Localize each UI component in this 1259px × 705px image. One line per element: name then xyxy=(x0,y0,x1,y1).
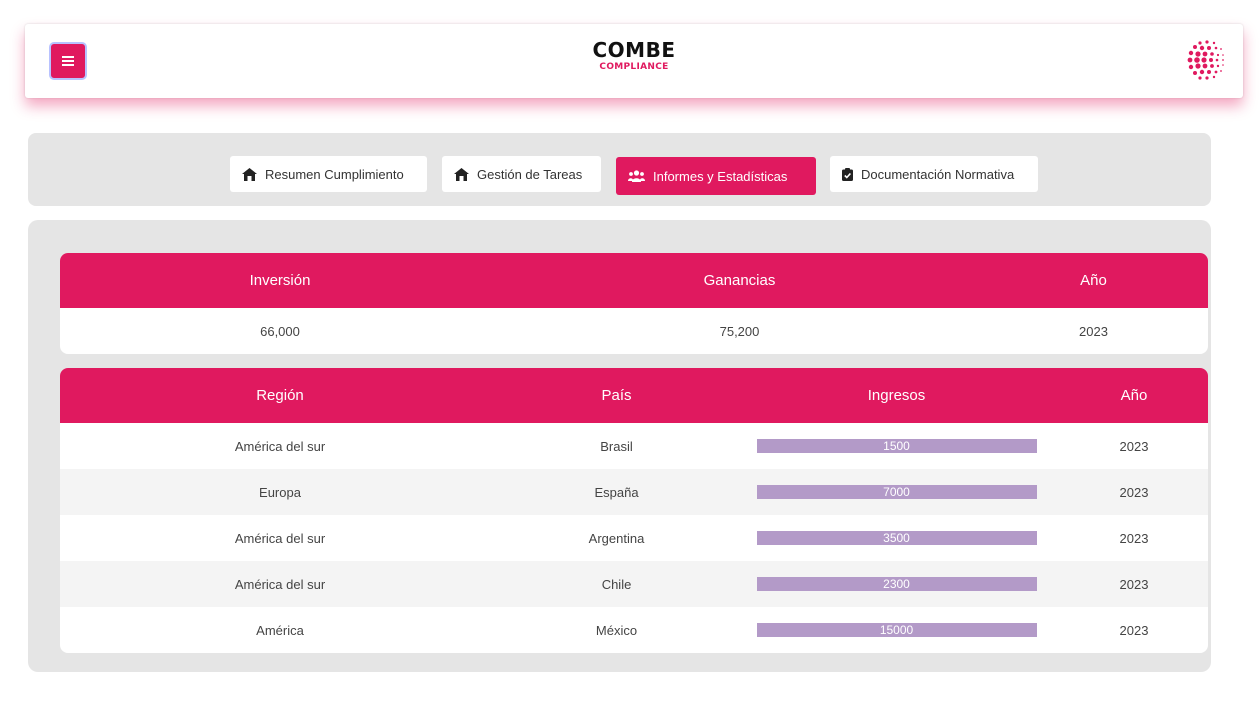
tab-gestion-de-tareas[interactable]: Gestión de Tareas xyxy=(442,156,601,192)
summary-table: Inversión Ganancias Año 66,000 75,200 20… xyxy=(60,253,1208,354)
tab-label: Documentación Normativa xyxy=(861,166,1015,182)
column-header-ganancias: Ganancias xyxy=(703,272,776,289)
table-row: América del sur Brasil 1500 2023 xyxy=(60,423,1208,469)
column-header-pais: País xyxy=(601,387,632,404)
brand: COMBE COMPLIANCE xyxy=(25,38,1243,72)
column-header-anio: Año xyxy=(1120,387,1148,404)
tab-label: Gestión de Tareas xyxy=(477,166,583,182)
cell-pais: Chile xyxy=(601,576,632,592)
app-header: COMBE COMPLIANCE xyxy=(25,24,1243,98)
table-row: Europa España 7000 2023 xyxy=(60,469,1208,515)
cell-region: América del sur xyxy=(234,576,326,592)
cell-anio: 2023 xyxy=(1119,438,1149,454)
users-icon xyxy=(628,170,645,182)
cell-anio: 2023 xyxy=(1079,323,1108,339)
cell-anio: 2023 xyxy=(1119,576,1149,592)
cell-region: América del sur xyxy=(234,438,326,454)
cell-anio: 2023 xyxy=(1119,484,1149,500)
brand-title: COMBE xyxy=(592,38,676,62)
main-panel: Inversión Ganancias Año 66,000 75,200 20… xyxy=(28,220,1211,672)
cell-ingresos: 1500 xyxy=(733,439,1060,453)
tab-informes-y-estadisticas[interactable]: Informes y Estadísticas xyxy=(616,157,816,195)
nav-panel: Resumen Cumplimiento Gestión de Tareas I… xyxy=(28,133,1211,206)
cell-anio: 2023 xyxy=(1119,530,1149,546)
cell-inversion: 66,000 xyxy=(260,323,300,339)
column-header-region: Región xyxy=(256,387,304,404)
table-row: América del sur Chile 2300 2023 xyxy=(60,561,1208,607)
column-header-inversion: Inversión xyxy=(249,272,311,289)
ingresos-bar: 2300 xyxy=(756,577,1037,591)
tab-documentacion-normativa[interactable]: Documentación Normativa xyxy=(830,156,1038,192)
cell-ingresos: 3500 xyxy=(733,531,1060,545)
table-row: América México 15000 2023 xyxy=(60,607,1208,653)
cell-anio: 2023 xyxy=(1119,622,1149,638)
cell-region: América xyxy=(256,622,304,638)
tab-label: Informes y Estadísticas xyxy=(653,168,788,184)
table-row: América del sur Argentina 3500 2023 xyxy=(60,515,1208,561)
brand-subtitle: COMPLIANCE xyxy=(599,62,669,72)
cell-ingresos: 7000 xyxy=(733,485,1060,499)
table-header: Región País Ingresos Año xyxy=(60,368,1208,423)
dotted-sphere-logo xyxy=(1187,40,1224,80)
cell-pais: España xyxy=(594,484,639,500)
ingresos-bar: 3500 xyxy=(756,531,1037,545)
cell-pais: Argentina xyxy=(588,530,645,546)
ingresos-bar: 7000 xyxy=(756,485,1037,499)
ingresos-bar: 1500 xyxy=(756,439,1037,453)
table-row: 66,000 75,200 2023 xyxy=(60,308,1208,354)
tab-resumen-cumplimiento[interactable]: Resumen Cumplimiento xyxy=(230,156,427,192)
cell-region: América del sur xyxy=(234,530,326,546)
cell-ganancias: 75,200 xyxy=(719,323,760,339)
table-header: Inversión Ganancias Año xyxy=(60,253,1208,308)
cell-ingresos: 15000 xyxy=(733,623,1060,637)
house-icon xyxy=(454,167,469,181)
cell-pais: México xyxy=(595,622,638,638)
cell-region: Europa xyxy=(259,484,301,500)
clipboard-check-icon xyxy=(842,167,853,181)
column-header-ingresos: Ingresos xyxy=(867,387,926,404)
house-icon xyxy=(242,167,257,181)
cell-ingresos: 2300 xyxy=(733,577,1060,591)
ingresos-bar: 15000 xyxy=(756,623,1037,637)
cell-pais: Brasil xyxy=(600,438,633,454)
column-header-anio: Año xyxy=(1080,272,1107,289)
revenue-table: Región País Ingresos Año América del sur… xyxy=(60,368,1208,653)
tab-label: Resumen Cumplimiento xyxy=(265,166,404,182)
